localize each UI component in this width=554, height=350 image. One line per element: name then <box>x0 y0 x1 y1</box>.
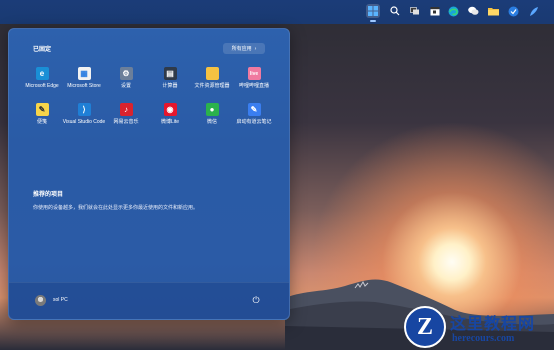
user-name[interactable]: sol PC <box>53 297 68 303</box>
wechat-icon[interactable] <box>466 4 480 18</box>
pinned-app-label: 计算器 <box>162 83 178 89</box>
weibo-icon: ◉ <box>163 103 177 116</box>
sticky-notes-icon: ✎ <box>35 103 49 116</box>
chevron-right-icon: › <box>254 45 257 52</box>
windows-start-icon[interactable] <box>366 4 380 18</box>
start-menu: 已固定 所有应用 › e Microsoft Edge ▦ Microsoft Sto… <box>8 28 290 320</box>
watermark-subtitle: herecours.com <box>452 333 515 344</box>
pinned-app[interactable]: ▤ 计算器 <box>148 67 192 89</box>
pinned-app[interactable]: ⟩ Visual Studio Code <box>62 103 106 125</box>
pinned-app-label: 微信 <box>206 119 217 125</box>
settings-gear-icon: ⚙ <box>119 67 133 80</box>
pinned-app[interactable]: ● 微信 <box>190 103 234 125</box>
taskbar <box>0 0 554 24</box>
pinned-app[interactable]: ◉ 微博Lite <box>148 103 192 125</box>
pinned-app-label: Microsoft Store <box>67 83 101 89</box>
task-view-icon[interactable] <box>408 4 422 18</box>
edge-icon: e <box>35 67 49 80</box>
pinned-app-label: Visual Studio Code <box>62 119 106 125</box>
recommended-empty-text: 你使用的设备越多，我们就会在此处显示更多你最近使用的文件和新应用。 <box>33 205 199 211</box>
pinned-app-label: 设置 <box>120 83 131 89</box>
pinned-app-label: 启动有道云笔记 <box>236 119 272 125</box>
vscode-icon: ⟩ <box>77 103 91 116</box>
all-apps-label: 所有应用 <box>231 46 252 52</box>
netease-music-icon: ♪ <box>119 103 133 116</box>
pinned-app-label: 网易云音乐 <box>113 119 139 125</box>
site-watermark: Z 这里教程网 herecours.com <box>404 306 554 350</box>
calculator-icon: ▤ <box>163 67 177 80</box>
file-explorer-icon[interactable] <box>486 4 500 18</box>
pinned-app[interactable]: ⚙ 设置 <box>104 67 148 89</box>
calendar-icon[interactable] <box>428 4 442 18</box>
pinned-app[interactable]: ✎ 启动有道云笔记 <box>232 103 276 125</box>
watermark-logo-icon: Z <box>404 306 446 348</box>
store-icon: ▦ <box>77 67 91 80</box>
pinned-app-label: 微博Lite <box>160 119 180 125</box>
recommended-section-title: 推荐的项目 <box>33 192 64 198</box>
feather-icon[interactable] <box>526 4 540 18</box>
pinned-section-title: 已固定 <box>33 47 52 53</box>
pinned-app-label: 哔哩哔哩直播 <box>238 83 269 89</box>
active-indicator <box>370 20 376 22</box>
pinned-app[interactable]: ✎ 便笺 <box>20 103 64 125</box>
edge-icon[interactable] <box>446 4 460 18</box>
search-icon[interactable] <box>388 4 402 18</box>
pinned-app[interactable]: ♪ 网易云音乐 <box>104 103 148 125</box>
pinned-app-label: 便笺 <box>36 119 47 125</box>
folder-icon <box>205 67 219 80</box>
all-apps-button[interactable]: 所有应用 › <box>223 43 265 54</box>
power-icon[interactable]: ⏻ <box>251 295 261 305</box>
watermark-title: 这里教程网 <box>450 314 536 333</box>
wechat-icon: ● <box>205 103 219 116</box>
app-icon[interactable] <box>506 4 520 18</box>
pinned-app-label: 文件资源管理器 <box>194 83 230 89</box>
pinned-app[interactable]: 文件资源管理器 <box>190 67 234 89</box>
pinned-app[interactable]: e Microsoft Edge <box>20 67 64 89</box>
pinned-app-label: Microsoft Edge <box>25 83 59 89</box>
youdao-note-icon: ✎ <box>247 103 261 116</box>
start-menu-footer: sol PC ⏻ <box>9 282 289 319</box>
pinned-app[interactable]: live 哔哩哔哩直播 <box>232 67 276 89</box>
user-avatar-icon[interactable] <box>35 295 46 306</box>
pinned-app[interactable]: ▦ Microsoft Store <box>62 67 106 89</box>
bilibili-live-icon: live <box>247 67 261 80</box>
